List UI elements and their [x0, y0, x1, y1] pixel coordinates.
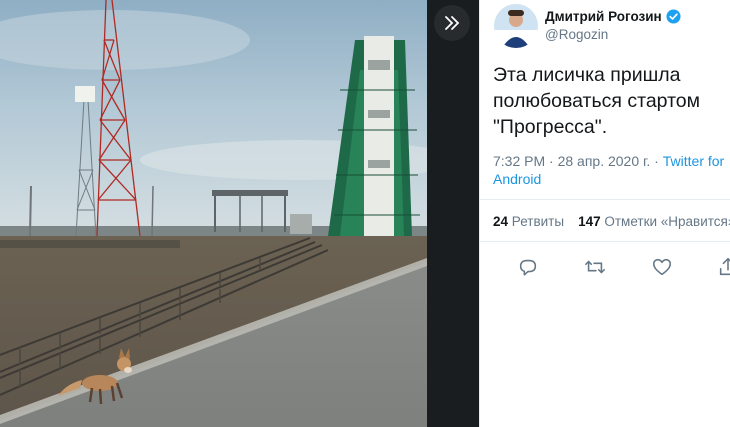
tweet-stats: 24 Ретвиты 147 Отметки «Нравится» [493, 214, 730, 229]
share-icon [719, 257, 730, 276]
launch-site-photo [0, 0, 427, 427]
retweets-label: Ретвиты [511, 214, 565, 229]
tweet-detail-panel: Дмитрий Рогозин @Rogozin Эта лисичка при… [479, 0, 730, 427]
tweet-timestamp[interactable]: 7:32 PM · 28 апр. 2020 г. · [493, 153, 663, 169]
likes-label: Отметки «Нравится» [604, 214, 730, 229]
tweet-meta: 7:32 PM · 28 апр. 2020 г. · Twitter for … [493, 152, 729, 188]
verified-badge-icon [666, 9, 681, 24]
like-button[interactable] [651, 256, 673, 278]
reply-button[interactable] [517, 256, 539, 278]
retweets-stat[interactable]: 24 Ретвиты [493, 214, 564, 229]
avatar-image [494, 4, 538, 48]
retweet-icon [585, 260, 605, 274]
retweets-count: 24 [493, 214, 509, 229]
reply-icon [519, 259, 537, 276]
likes-stat[interactable]: 147 Отметки «Нравится» [578, 214, 730, 229]
retweet-button[interactable] [584, 256, 606, 278]
share-button[interactable] [717, 256, 730, 278]
author-handle[interactable]: @Rogozin [545, 27, 608, 42]
author-name[interactable]: Дмитрий Рогозин [545, 9, 681, 24]
divider [480, 241, 730, 242]
media-backdrop [427, 0, 479, 427]
author-name-text: Дмитрий Рогозин [545, 9, 662, 24]
avatar[interactable] [494, 4, 538, 48]
likes-count: 147 [578, 214, 601, 229]
tweet-photo[interactable] [0, 0, 427, 427]
expand-panel-button[interactable] [434, 5, 470, 41]
heart-icon [652, 258, 672, 276]
tweet-text: Эта лисичка пришла полюбоваться стартом … [493, 64, 701, 138]
divider [480, 199, 730, 200]
double-chevron-right-icon [445, 16, 460, 30]
tweet-actions [480, 256, 730, 278]
